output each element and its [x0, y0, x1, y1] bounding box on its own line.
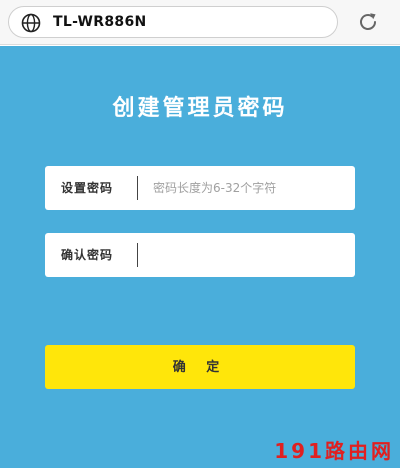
globe-icon	[21, 13, 41, 33]
page-title: 创建管理员密码	[112, 95, 288, 121]
confirm-password-label: 确认密码	[61, 248, 114, 262]
address-bar[interactable]: TL-WR886N	[8, 6, 338, 38]
browser-toolbar: TL-WR886N	[0, 0, 400, 45]
set-password-field: 设置密码	[45, 166, 355, 210]
reload-icon[interactable]	[356, 10, 380, 34]
confirm-password-field: 确认密码	[45, 233, 355, 277]
confirm-password-input[interactable]	[145, 241, 345, 269]
set-password-label: 设置密码	[61, 181, 114, 195]
set-password-input[interactable]	[145, 174, 345, 202]
confirm-button[interactable]: 确 定	[45, 345, 355, 389]
field-divider	[137, 176, 138, 200]
create-admin-password-page: 创建管理员密码 设置密码 确认密码 确 定	[0, 46, 400, 468]
watermark: 191路由网	[274, 439, 394, 463]
field-divider	[137, 243, 138, 267]
address-text: TL-WR886N	[53, 14, 147, 30]
